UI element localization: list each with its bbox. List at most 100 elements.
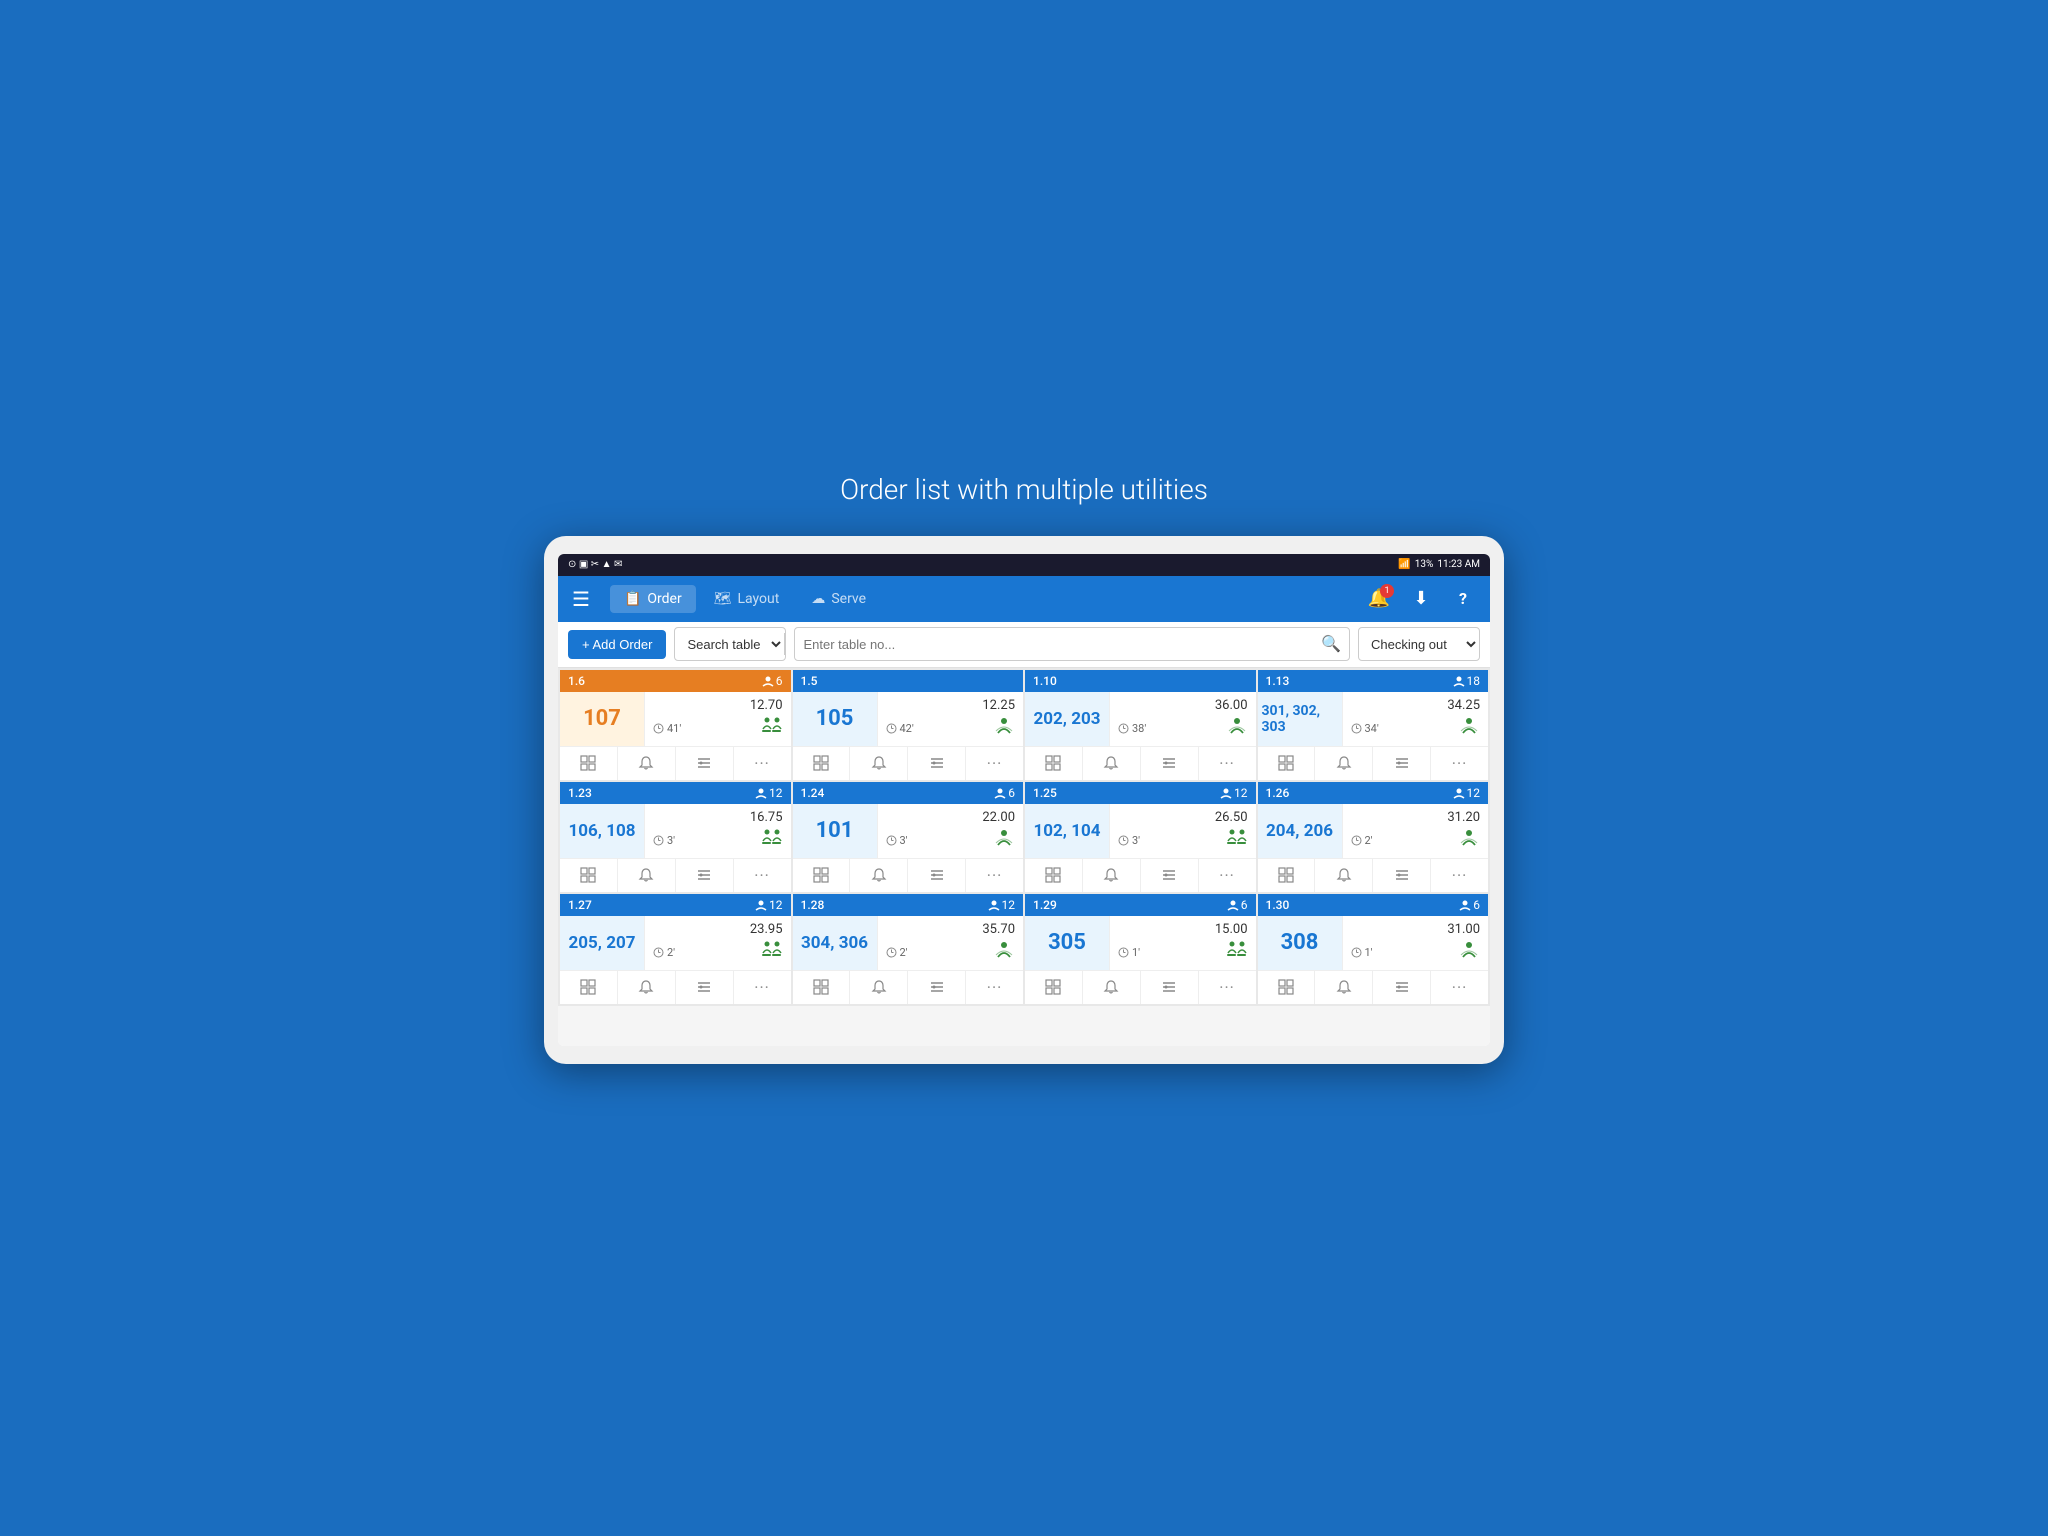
download-button[interactable]: ⬇ <box>1404 582 1438 616</box>
list-action-button[interactable] <box>908 747 966 780</box>
order-amount: 31.20 <box>1351 810 1481 825</box>
order-card: 1.26 12 204, 206 31.20 2' <box>1258 782 1489 892</box>
list-action-button[interactable] <box>908 859 966 892</box>
order-card: 1.10 202, 203 36.00 38' <box>1025 670 1256 780</box>
bell-action-button[interactable] <box>618 971 676 1004</box>
bell-action-button[interactable] <box>1315 971 1373 1004</box>
order-card: 1.24 6 101 22.00 3' <box>793 782 1024 892</box>
clock-icon <box>886 723 897 734</box>
grid-action-button[interactable] <box>560 747 618 780</box>
more-action-button[interactable]: ··· <box>1199 747 1256 780</box>
more-action-button[interactable]: ··· <box>734 971 791 1004</box>
grid-action-button[interactable] <box>1025 747 1083 780</box>
card-body: 305 15.00 1' <box>1025 916 1256 970</box>
list-action-button[interactable] <box>1373 747 1431 780</box>
order-time: 42' <box>886 722 914 735</box>
table-number-input[interactable] <box>795 628 1313 660</box>
grid-icon <box>813 867 829 883</box>
order-info: 16.75 3' <box>645 804 791 858</box>
list-action-button[interactable] <box>676 859 734 892</box>
dots-icon: ··· <box>987 866 1003 885</box>
bell-action-button[interactable] <box>1083 859 1141 892</box>
clock-icon <box>653 835 664 846</box>
order-number: 305 <box>1025 916 1110 970</box>
tab-layout[interactable]: 🗺 Layout <box>700 585 794 613</box>
order-amount: 34.25 <box>1351 698 1481 713</box>
serve-tab-icon: ☁ <box>811 591 825 607</box>
list-action-button[interactable] <box>676 971 734 1004</box>
list-action-button[interactable] <box>1373 859 1431 892</box>
grid-action-button[interactable] <box>793 971 851 1004</box>
list-action-button[interactable] <box>676 747 734 780</box>
status-bar-right: 📶 13% 11:23 AM <box>1398 559 1480 570</box>
grid-action-button[interactable] <box>1258 747 1316 780</box>
grid-action-button[interactable] <box>560 971 618 1004</box>
people-count: 6 <box>994 786 1015 800</box>
list-action-button[interactable] <box>1373 971 1431 1004</box>
list-icon <box>929 867 945 883</box>
more-action-button[interactable]: ··· <box>734 859 791 892</box>
list-action-button[interactable] <box>908 971 966 1004</box>
grid-action-button[interactable] <box>1025 971 1083 1004</box>
order-time: 2' <box>886 946 908 959</box>
bell-action-button[interactable] <box>618 747 676 780</box>
order-amount: 16.75 <box>653 810 783 825</box>
grid-action-button[interactable] <box>1258 971 1316 1004</box>
bell-action-button[interactable] <box>618 859 676 892</box>
list-action-button[interactable] <box>1141 747 1199 780</box>
status-icon <box>993 717 1015 740</box>
checkout-select[interactable]: Checking out All tables Occupied Availab… <box>1359 632 1479 657</box>
table-id: 1.13 <box>1266 674 1290 688</box>
more-action-button[interactable]: ··· <box>1199 859 1256 892</box>
nav-bar: ☰ 📋 Order 🗺 Layout ☁ Serve 🔔 1 <box>558 576 1490 622</box>
more-action-button[interactable]: ··· <box>966 971 1023 1004</box>
bell-action-button[interactable] <box>1083 971 1141 1004</box>
more-action-button[interactable]: ··· <box>1431 971 1488 1004</box>
bell-action-button[interactable] <box>1315 747 1373 780</box>
grid-action-button[interactable] <box>1025 859 1083 892</box>
order-amount: 36.00 <box>1118 698 1248 713</box>
order-number: 205, 207 <box>560 916 645 970</box>
bell-action-button[interactable] <box>1083 747 1141 780</box>
more-action-button[interactable]: ··· <box>1431 859 1488 892</box>
table-id: 1.6 <box>568 674 585 688</box>
bell-action-button[interactable] <box>850 971 908 1004</box>
bell-action-button[interactable] <box>1315 859 1373 892</box>
notification-button[interactable]: 🔔 1 <box>1362 582 1396 616</box>
people-count: 12 <box>988 898 1016 912</box>
list-action-button[interactable] <box>1141 971 1199 1004</box>
card-header: 1.10 <box>1025 670 1256 692</box>
card-header: 1.30 6 <box>1258 894 1489 916</box>
grid-action-button[interactable] <box>793 747 851 780</box>
grid-icon <box>1045 979 1061 995</box>
add-order-button[interactable]: + Add Order <box>568 630 666 659</box>
tab-serve[interactable]: ☁ Serve <box>797 585 880 613</box>
tablet-frame: ⊙ ▣ ✂ ▲ ✉ 📶 13% 11:23 AM ☰ 📋 Order 🗺 Lay… <box>544 536 1504 1064</box>
bell-action-button[interactable] <box>850 859 908 892</box>
order-info: 26.50 3' <box>1110 804 1256 858</box>
grid-icon <box>1045 755 1061 771</box>
menu-icon[interactable]: ☰ <box>568 583 594 615</box>
list-action-button[interactable] <box>1141 859 1199 892</box>
card-header: 1.23 12 <box>560 782 791 804</box>
search-table-select[interactable]: Search table <box>675 632 784 657</box>
list-icon <box>696 755 712 771</box>
more-action-button[interactable]: ··· <box>966 859 1023 892</box>
more-action-button[interactable]: ··· <box>966 747 1023 780</box>
more-action-button[interactable]: ··· <box>1431 747 1488 780</box>
more-action-button[interactable]: ··· <box>1199 971 1256 1004</box>
checkout-select-wrapper: Checking out All tables Occupied Availab… <box>1358 627 1480 661</box>
clock-icon <box>1351 835 1362 846</box>
grid-action-button[interactable] <box>560 859 618 892</box>
layout-tab-label: Layout <box>737 591 779 607</box>
search-button[interactable]: 🔍 <box>1313 634 1349 654</box>
help-button[interactable]: ? <box>1446 582 1480 616</box>
grid-action-button[interactable] <box>1258 859 1316 892</box>
divider <box>784 633 785 655</box>
grid-action-button[interactable] <box>793 859 851 892</box>
order-card: 1.29 6 305 15.00 1' <box>1025 894 1256 1004</box>
more-action-button[interactable]: ··· <box>734 747 791 780</box>
tab-order[interactable]: 📋 Order <box>610 585 696 613</box>
bell-action-button[interactable] <box>850 747 908 780</box>
grid-icon <box>1278 867 1294 883</box>
